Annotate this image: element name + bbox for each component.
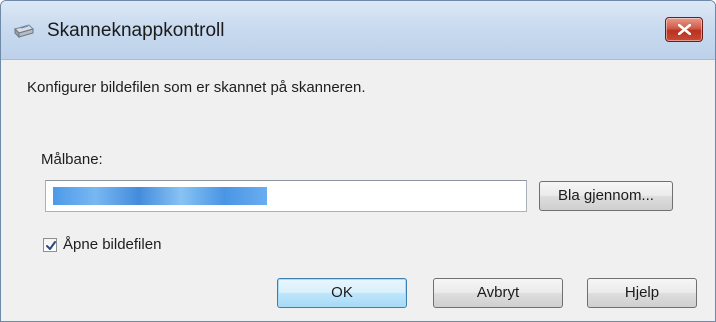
dialog-window: Skanneknappkontroll Konfigurer bildefile…: [0, 0, 716, 322]
window-title: Skanneknappkontroll: [47, 20, 225, 41]
help-button[interactable]: Hjelp: [587, 278, 697, 308]
cancel-button[interactable]: Avbryt: [433, 278, 563, 308]
browse-button[interactable]: Bla gjennom...: [539, 181, 673, 211]
dialog-content: Konfigurer bildefilen som er skannet på …: [1, 60, 715, 321]
redacted-path-value: [53, 187, 267, 205]
checkmark-icon: [46, 241, 56, 250]
open-image-label[interactable]: Åpne bildefilen: [63, 236, 161, 253]
description-text: Konfigurer bildefilen som er skannet på …: [27, 79, 366, 96]
title-bar[interactable]: Skanneknappkontroll: [1, 1, 715, 60]
target-path-label: Målbane:: [41, 151, 103, 168]
scanner-icon: [13, 23, 35, 39]
open-image-checkbox[interactable]: [43, 238, 57, 252]
close-button[interactable]: [665, 17, 703, 42]
close-icon: [678, 24, 691, 35]
ok-button[interactable]: OK: [277, 278, 407, 308]
